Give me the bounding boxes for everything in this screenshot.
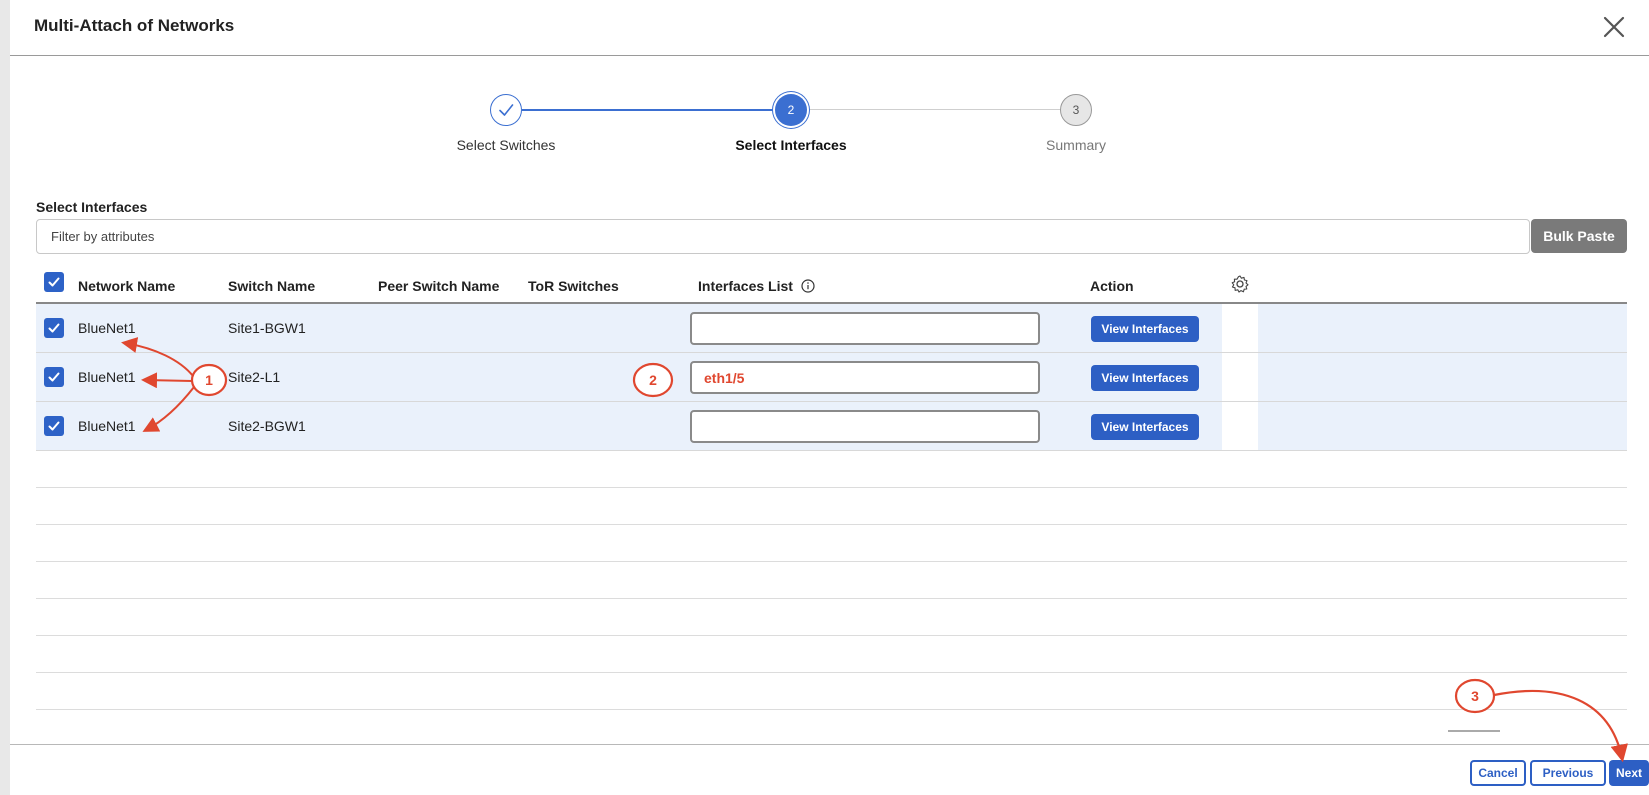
column-network-name[interactable]: Network Name [78, 278, 175, 294]
network-name-cell: BlueNet1 [78, 418, 136, 434]
empty-table-row [36, 451, 1627, 488]
table-row[interactable]: BlueNet1 Site2-BGW1 View Interfaces [36, 402, 1627, 451]
close-icon[interactable] [1599, 12, 1629, 42]
table-header: Network Name Switch Name Peer Switch Nam… [36, 268, 1627, 304]
modal-title: Multi-Attach of Networks [34, 16, 235, 35]
next-button[interactable]: Next [1609, 760, 1649, 786]
previous-button[interactable]: Previous [1530, 760, 1606, 786]
interfaces-table: Network Name Switch Name Peer Switch Nam… [36, 268, 1627, 710]
stepper-line-pending [808, 109, 1062, 110]
modal-header: Multi-Attach of Networks [10, 0, 1649, 56]
section-label: Select Interfaces [36, 199, 148, 215]
row-checkbox[interactable] [44, 416, 64, 436]
row-settings-cell [1222, 304, 1258, 352]
step-2-circle: 2 [775, 94, 807, 126]
filter-input[interactable] [36, 219, 1530, 254]
column-switch-name[interactable]: Switch Name [228, 278, 315, 294]
select-all-checkbox[interactable] [44, 272, 64, 292]
step-2-label: Select Interfaces [735, 137, 847, 153]
view-interfaces-button[interactable]: View Interfaces [1091, 316, 1199, 342]
interfaces-list-input[interactable] [690, 312, 1040, 345]
row-settings-cell [1222, 353, 1258, 401]
multi-attach-modal: Multi-Attach of Networks 2 3 Select Swit… [10, 0, 1649, 795]
stepper-line-complete [522, 109, 776, 111]
column-tor-switches[interactable]: ToR Switches [528, 278, 619, 294]
empty-table-row [36, 599, 1627, 636]
row-checkbox[interactable] [44, 318, 64, 338]
empty-table-row [36, 562, 1627, 599]
network-name-cell: BlueNet1 [78, 320, 136, 336]
table-row[interactable]: BlueNet1 Site1-BGW1 View Interfaces [36, 304, 1627, 353]
switch-name-cell: Site2-BGW1 [228, 418, 306, 434]
interfaces-list-input[interactable] [690, 361, 1040, 394]
step-1-label: Select Switches [456, 137, 556, 153]
table-row[interactable]: BlueNet1 Site2-L1 View Interfaces [36, 353, 1627, 402]
column-interfaces-list[interactable]: Interfaces List [698, 278, 815, 296]
cancel-button[interactable]: Cancel [1470, 760, 1526, 786]
empty-table-row [36, 525, 1627, 562]
bulk-paste-button[interactable]: Bulk Paste [1531, 219, 1627, 253]
column-interfaces-list-label: Interfaces List [698, 278, 793, 294]
modal-footer: Cancel Previous Next [10, 744, 1649, 795]
empty-table-row [36, 636, 1627, 673]
switch-name-cell: Site1-BGW1 [228, 320, 306, 336]
step-3-label: Summary [1046, 137, 1106, 153]
wizard-stepper: 2 3 Select Switches Select Interfaces Su… [10, 90, 1649, 160]
view-interfaces-button[interactable]: View Interfaces [1091, 414, 1199, 440]
step-1-check-icon[interactable] [490, 94, 522, 126]
view-interfaces-button[interactable]: View Interfaces [1091, 365, 1199, 391]
page-backdrop-edge [0, 0, 10, 795]
step-3-circle: 3 [1060, 94, 1092, 126]
interfaces-list-input[interactable] [690, 410, 1040, 443]
column-action: Action [1090, 278, 1134, 294]
network-name-cell: BlueNet1 [78, 369, 136, 385]
switch-name-cell: Site2-L1 [228, 369, 281, 385]
row-checkbox[interactable] [44, 367, 64, 387]
info-icon[interactable] [801, 279, 815, 296]
row-settings-cell [1222, 402, 1258, 450]
empty-table-row [36, 673, 1627, 710]
column-settings-gear-icon[interactable] [1230, 274, 1250, 297]
column-peer-switch-name[interactable]: Peer Switch Name [378, 278, 499, 294]
empty-table-row [36, 488, 1627, 525]
